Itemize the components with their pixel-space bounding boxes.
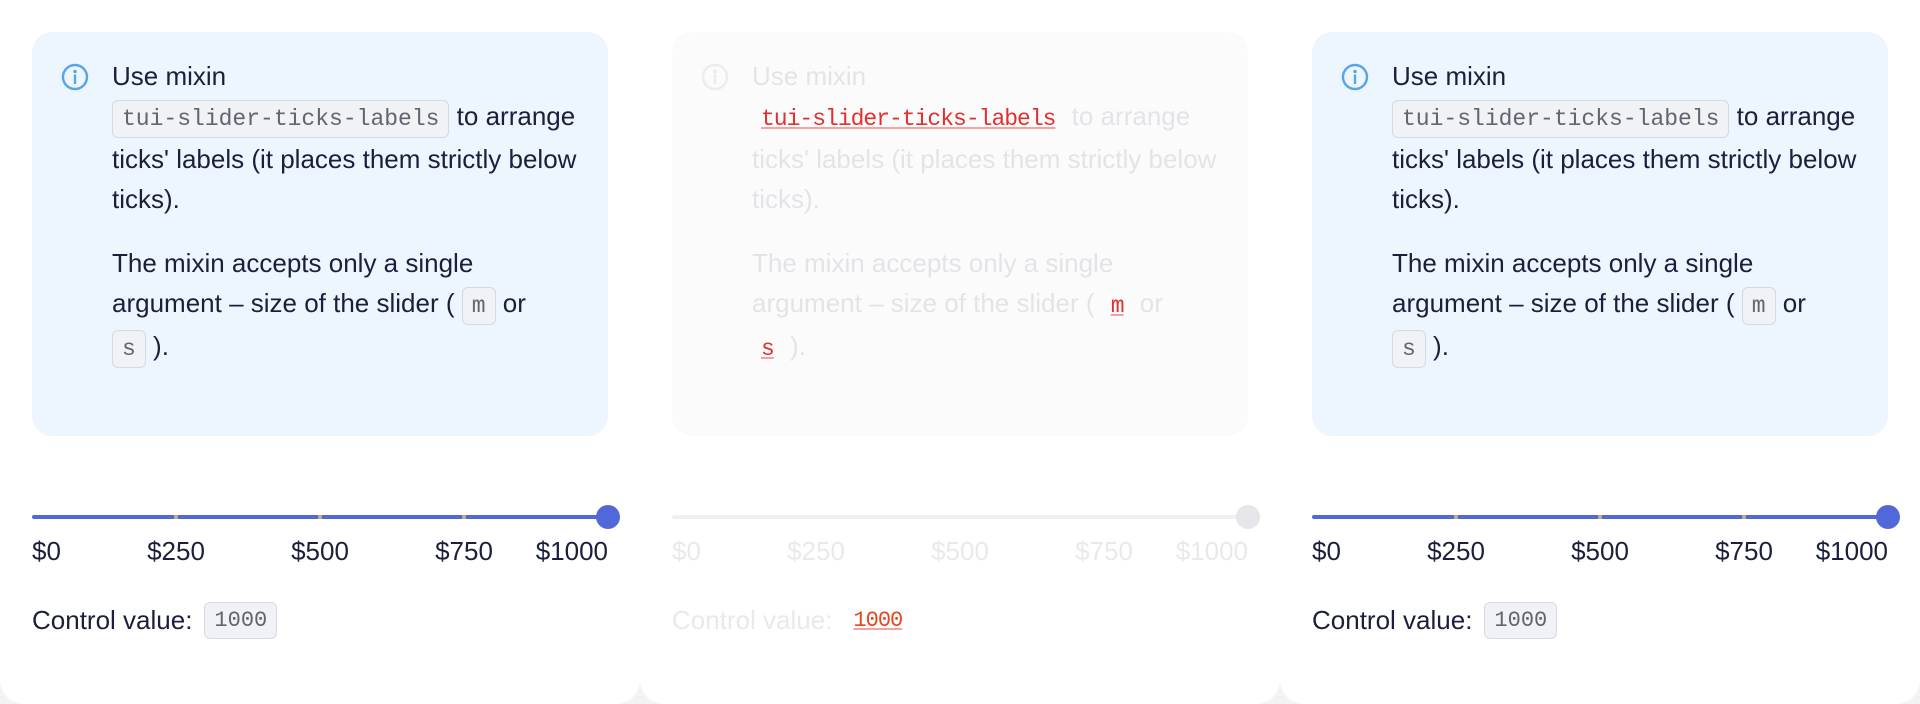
tick-label: $250 [147,536,205,566]
size-m-code: m [1110,293,1125,319]
info-notice: Use mixin tui-slider-ticks-labels to arr… [32,32,608,436]
control-value: 1000 [853,607,903,633]
notice-text: Use mixin [752,61,867,91]
control-value: 1000 [1484,601,1558,639]
notice-text: or [495,288,526,318]
notice-text: Use mixin [112,61,227,91]
info-notice: Use mixin tui-slider-ticks-labels to arr… [672,32,1248,436]
slider-tick [958,515,962,519]
size-m-code: m [461,287,496,325]
slider-tick [318,515,322,519]
notice-text: The mixin accepts only a single argument… [1392,248,1754,318]
slider-tick [814,515,818,519]
demo-pane-1: Use mixin tui-slider-ticks-labels to arr… [0,0,640,704]
notice-paragraph-1: Use mixin tui-slider-ticks-labels to arr… [752,56,1222,219]
info-notice: Use mixin tui-slider-ticks-labels to arr… [1312,32,1888,436]
notice-text: ). [782,331,806,361]
tick-label: $750 [435,536,493,566]
size-s-code: s [112,330,146,368]
tick-label: $0 [1312,536,1341,566]
slider-tick [1454,515,1458,519]
tick-label: $500 [931,536,989,566]
mixin-code: tui-slider-ticks-labels [112,100,450,138]
control-value: 1000 [204,601,278,639]
notice-text: or [1775,288,1806,318]
info-circle-icon [61,63,89,91]
notice-paragraph-2: The mixin accepts only a single argument… [1392,243,1862,369]
slider-tick-labels: $0 $250 $500 $750 $1000 [1312,536,1888,570]
tick-label: $1000 [1175,536,1248,566]
mixin-code: tui-slider-ticks-labels [1392,100,1730,138]
control-value-label: Control value: [32,604,193,635]
slider-thumb[interactable] [1876,505,1900,529]
notice-paragraph-2: The mixin accepts only a single argument… [752,243,1222,369]
tick-label: $0 [32,536,61,566]
control-value-label: Control value: [672,604,833,635]
info-circle-icon [701,63,729,91]
control-value-row: Control value: 1000 [672,598,911,642]
demo-stage: Use mixin tui-slider-ticks-labels to arr… [0,0,1920,704]
notice-text: The mixin accepts only a single argument… [752,248,1114,318]
notice-text: or [1132,288,1163,318]
slider-tick [1102,515,1106,519]
tick-label: $1000 [535,536,608,566]
slider-thumb [1236,505,1260,529]
slider-tick [1742,515,1746,519]
notice-text: The mixin accepts only a single argument… [112,248,474,318]
tick-label: $250 [1427,536,1485,566]
control-value-label: Control value: [1312,604,1473,635]
notice-text: Use mixin [1392,61,1507,91]
tick-label: $500 [291,536,349,566]
demo-pane-2-disabled: Use mixin tui-slider-ticks-labels to arr… [640,0,1280,704]
notice-text: ). [1425,331,1449,361]
info-circle-icon [1341,63,1369,91]
control-value-row: Control value: 1000 [32,598,278,642]
slider-tick [462,515,466,519]
mixin-code: tui-slider-ticks-labels [761,106,1056,132]
tick-label: $750 [1075,536,1133,566]
notice-paragraph-2: The mixin accepts only a single argument… [112,243,582,369]
notice-paragraph-1: Use mixin tui-slider-ticks-labels to arr… [1392,56,1862,219]
slider-tick [174,515,178,519]
notice-text: ). [145,331,169,361]
slider-tick-labels: $0 $250 $500 $750 $1000 [672,536,1248,570]
tick-label: $250 [787,536,845,566]
tick-label: $1000 [1815,536,1888,566]
slider-thumb[interactable] [596,505,620,529]
tick-label: $500 [1571,536,1629,566]
control-value-row: Control value: 1000 [1312,598,1558,642]
size-s-code: s [761,336,775,362]
tick-label: $750 [1715,536,1773,566]
slider-tick-labels: $0 $250 $500 $750 $1000 [32,536,608,570]
size-m-code: m [1741,287,1776,325]
notice-paragraph-1: Use mixin tui-slider-ticks-labels to arr… [112,56,582,219]
demo-pane-3: Use mixin tui-slider-ticks-labels to arr… [1280,0,1920,704]
size-s-code: s [1392,330,1426,368]
tick-label: $0 [672,536,701,566]
slider-tick [1598,515,1602,519]
